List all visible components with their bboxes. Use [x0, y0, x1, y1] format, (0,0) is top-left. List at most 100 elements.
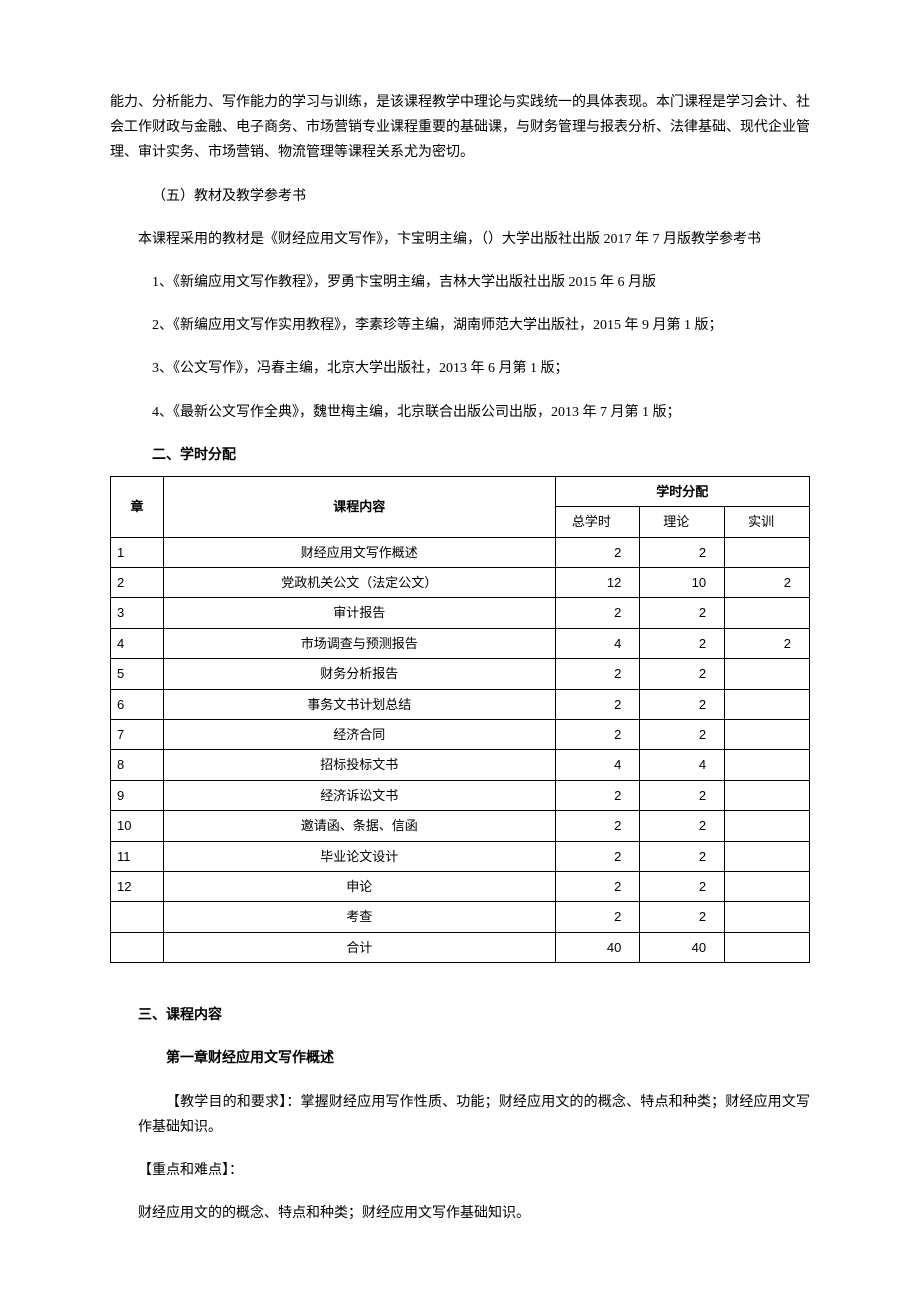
cell-total: 4 — [555, 628, 640, 658]
cell-practice — [725, 659, 810, 689]
cell-total: 2 — [555, 537, 640, 567]
cell-chapter: 8 — [111, 750, 164, 780]
cell-content: 财经应用文写作概述 — [163, 537, 555, 567]
cell-total: 2 — [555, 659, 640, 689]
cell-practice — [725, 841, 810, 871]
reference-1: 1、《新编应用文写作教程》，罗勇卞宝明主编，吉林大学出版社出版 2015 年 6… — [110, 270, 810, 295]
cell-content: 市场调查与预测报告 — [163, 628, 555, 658]
cell-practice — [725, 811, 810, 841]
cell-chapter — [111, 902, 164, 932]
cell-content: 财务分析报告 — [163, 659, 555, 689]
cell-total: 2 — [555, 841, 640, 871]
header-practice: 实训 — [725, 507, 810, 537]
cell-total: 2 — [555, 598, 640, 628]
cell-theory: 2 — [640, 780, 725, 810]
cell-total: 2 — [555, 902, 640, 932]
header-content: 课程内容 — [163, 476, 555, 537]
cell-theory: 2 — [640, 811, 725, 841]
section-3-title: 三、课程内容 — [110, 1003, 810, 1028]
cell-practice — [725, 689, 810, 719]
cell-theory: 2 — [640, 902, 725, 932]
table-row: 11毕业论文设计22 — [111, 841, 810, 871]
cell-practice: 2 — [725, 568, 810, 598]
reference-3: 3、《公文写作》，冯春主编，北京大学出版社，2013 年 6 月第 1 版； — [110, 356, 810, 381]
cell-theory: 2 — [640, 659, 725, 689]
table-row: 考查22 — [111, 902, 810, 932]
cell-theory: 2 — [640, 537, 725, 567]
reference-4: 4、《最新公文写作全典》，魏世梅主编，北京联合出版公司出版，2013 年 7 月… — [110, 400, 810, 425]
cell-content: 党政机关公文（法定公文） — [163, 568, 555, 598]
table-row: 7经济合同22 — [111, 720, 810, 750]
cell-theory: 2 — [640, 628, 725, 658]
cell-practice — [725, 598, 810, 628]
cell-total: 12 — [555, 568, 640, 598]
cell-chapter: 4 — [111, 628, 164, 658]
cell-theory: 2 — [640, 598, 725, 628]
header-total: 总学时 — [555, 507, 640, 537]
table-row: 2党政机关公文（法定公文）12102 — [111, 568, 810, 598]
cell-practice — [725, 750, 810, 780]
cell-content: 申论 — [163, 871, 555, 901]
cell-chapter: 10 — [111, 811, 164, 841]
table-row: 3审计报告22 — [111, 598, 810, 628]
cell-chapter: 3 — [111, 598, 164, 628]
cell-total: 4 — [555, 750, 640, 780]
cell-content: 毕业论文设计 — [163, 841, 555, 871]
cell-chapter: 12 — [111, 871, 164, 901]
cell-practice — [725, 932, 810, 962]
cell-theory: 40 — [640, 932, 725, 962]
hours-allocation-table: 章 课程内容 学时分配 总学时 理论 实训 1财经应用文写作概述222党政机关公… — [110, 476, 810, 963]
cell-total: 40 — [555, 932, 640, 962]
table-row: 8招标投标文书44 — [111, 750, 810, 780]
header-theory: 理论 — [640, 507, 725, 537]
cell-chapter: 9 — [111, 780, 164, 810]
cell-total: 2 — [555, 689, 640, 719]
cell-chapter: 6 — [111, 689, 164, 719]
chapter-1-key-content: 财经应用文的的概念、特点和种类；财经应用文写作基础知识。 — [110, 1201, 810, 1226]
cell-total: 2 — [555, 720, 640, 750]
chapter-1-title: 第一章财经应用文写作概述 — [166, 1046, 810, 1071]
section-5-title: （五）教材及教学参考书 — [110, 184, 810, 209]
cell-content: 招标投标文书 — [163, 750, 555, 780]
cell-chapter — [111, 932, 164, 962]
cell-practice — [725, 871, 810, 901]
cell-chapter: 7 — [111, 720, 164, 750]
intro-paragraph: 能力、分析能力、写作能力的学习与训练，是该课程教学中理论与实践统一的具体表现。本… — [110, 90, 810, 166]
cell-practice — [725, 720, 810, 750]
table-row: 9经济诉讼文书22 — [111, 780, 810, 810]
section-2-title: 二、学时分配 — [152, 443, 810, 468]
cell-content: 经济合同 — [163, 720, 555, 750]
table-row: 5财务分析报告22 — [111, 659, 810, 689]
cell-chapter: 11 — [111, 841, 164, 871]
header-chapter: 章 — [111, 476, 164, 537]
table-row: 10邀请函、条据、信函22 — [111, 811, 810, 841]
table-row: 合计4040 — [111, 932, 810, 962]
cell-content: 事务文书计划总结 — [163, 689, 555, 719]
cell-content: 考查 — [163, 902, 555, 932]
table-row: 6事务文书计划总结22 — [111, 689, 810, 719]
cell-theory: 2 — [640, 871, 725, 901]
cell-content: 邀请函、条据、信函 — [163, 811, 555, 841]
cell-theory: 2 — [640, 841, 725, 871]
cell-theory: 4 — [640, 750, 725, 780]
cell-total: 2 — [555, 871, 640, 901]
header-alloc-group: 学时分配 — [555, 476, 809, 506]
cell-total: 2 — [555, 780, 640, 810]
table-row: 12申论22 — [111, 871, 810, 901]
cell-practice: 2 — [725, 628, 810, 658]
cell-chapter: 1 — [111, 537, 164, 567]
cell-content: 合计 — [163, 932, 555, 962]
table-row: 1财经应用文写作概述22 — [111, 537, 810, 567]
cell-theory: 10 — [640, 568, 725, 598]
chapter-1-goal: 【教学目的和要求】：掌握财经应用写作性质、功能；财经应用文的的概念、特点和种类；… — [138, 1090, 810, 1140]
cell-chapter: 5 — [111, 659, 164, 689]
cell-practice — [725, 537, 810, 567]
cell-theory: 2 — [640, 720, 725, 750]
cell-total: 2 — [555, 811, 640, 841]
cell-content: 审计报告 — [163, 598, 555, 628]
cell-content: 经济诉讼文书 — [163, 780, 555, 810]
table-row: 4市场调查与预测报告422 — [111, 628, 810, 658]
table-body: 1财经应用文写作概述222党政机关公文（法定公文）121023审计报告224市场… — [111, 537, 810, 962]
cell-practice — [725, 780, 810, 810]
cell-practice — [725, 902, 810, 932]
